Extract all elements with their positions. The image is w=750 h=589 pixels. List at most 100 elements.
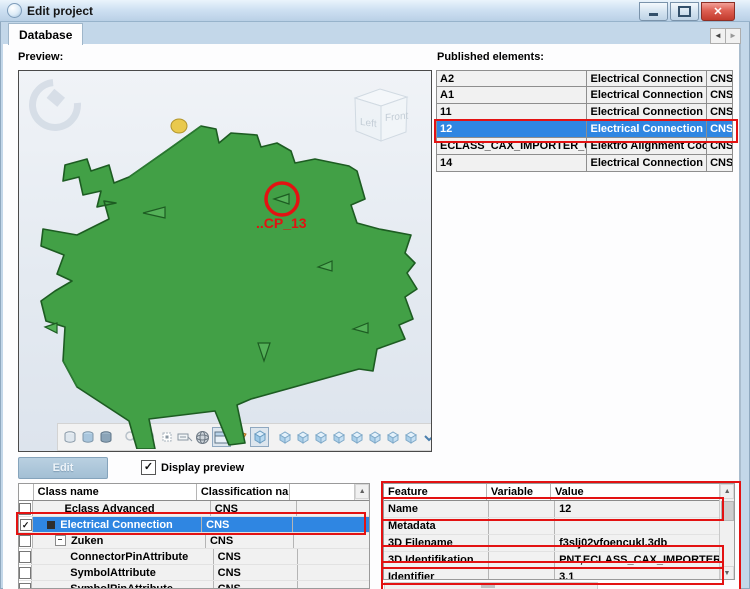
tab-database[interactable]: Database (8, 23, 83, 45)
table-row[interactable]: Zuken CNS (19, 533, 369, 549)
published-type: Electrical Connection (587, 104, 707, 121)
table-row[interactable]: 11 Electrical Connection CNS (436, 104, 733, 121)
row-checkbox[interactable] (19, 535, 31, 547)
table-row[interactable]: ECLASS_CAX_IMPORTER_001_CP_0 Elektro Ali… (436, 138, 733, 155)
row-checkbox[interactable] (19, 567, 31, 579)
table-row[interactable]: Identifier 3.1 (384, 569, 734, 580)
table-row-selected[interactable]: ✓ Electrical Connection CNS (19, 517, 369, 533)
published-class: CNS (707, 121, 733, 138)
maximize-icon (678, 6, 691, 17)
published-class: CNS (707, 87, 733, 104)
tab-database-label: Database (19, 28, 72, 42)
class-table: Class name Classification name ▲ Eclass … (18, 483, 370, 589)
variable-cell (489, 569, 555, 580)
feature-cell: Metadata (384, 518, 489, 534)
variable-cell (489, 552, 555, 568)
feature-table-scrollbar[interactable]: ▼ (719, 500, 734, 580)
class-name-header[interactable]: Class name (34, 484, 197, 500)
title-bar[interactable]: Edit project ✕ (0, 0, 750, 22)
model-outline (41, 126, 417, 449)
tree-collapse-icon[interactable] (55, 535, 66, 546)
empty-cell (293, 517, 369, 532)
classification-name-header[interactable]: Classification name (197, 484, 290, 500)
hscrollbar-thumb[interactable] (481, 583, 495, 588)
table-row-selected[interactable]: 12 Electrical Connection CNS (436, 121, 733, 138)
published-type: Electrical Connection (587, 155, 707, 172)
tree-node-icon[interactable] (47, 521, 55, 529)
feature-scroll-up-button[interactable]: ▲ (720, 484, 734, 499)
class-header-checkbox-col (19, 484, 34, 500)
table-row[interactable]: A1 Electrical Connection CNS (436, 87, 733, 104)
row-checkbox-checked[interactable]: ✓ (20, 519, 32, 531)
scroll-down-icon: ▼ (724, 570, 731, 577)
table-row[interactable]: A2 Electrical Connection CNS (436, 70, 733, 87)
class-header-empty-col (290, 484, 355, 500)
published-class: CNS (707, 155, 733, 172)
scroll-up-icon: ▲ (724, 488, 731, 495)
class-table-scroll-up-button[interactable]: ▲ (355, 484, 369, 499)
table-row[interactable]: 3D Identifikation PNT,ECLASS_CAX_IMPORTE… (384, 552, 734, 569)
table-row[interactable]: Metadata (384, 518, 734, 535)
published-type: Electrical Connection (587, 87, 707, 104)
scroll-up-icon: ▲ (359, 488, 366, 495)
table-row[interactable]: Name 12 (384, 501, 734, 518)
display-preview-checkbox[interactable]: ✓ (141, 460, 156, 475)
empty-cell (297, 501, 369, 516)
class-name-cell: SymbolPinAttribute (32, 581, 213, 589)
maximize-button[interactable] (670, 2, 699, 21)
classification-cell: CNS (211, 501, 297, 516)
tab-scroll-left-button[interactable]: ◄ (710, 28, 726, 44)
published-name: 11 (436, 104, 587, 121)
classification-cell: CNS (202, 517, 293, 532)
empty-cell (298, 549, 369, 564)
scrollbar-thumb[interactable] (721, 501, 734, 521)
variable-cell (489, 518, 555, 534)
close-button[interactable]: ✕ (701, 2, 735, 21)
class-name-cell: Eclass Advanced (33, 501, 211, 516)
published-type: Electrical Connection (587, 70, 707, 87)
class-name-cell: ConnectorPinAttribute (32, 549, 213, 564)
tab-page-border (739, 44, 741, 589)
table-row[interactable]: 3D Filename f3slj02vfoencukl.3db (384, 535, 734, 552)
minimize-button[interactable] (639, 2, 668, 21)
published-name: 12 (436, 121, 587, 138)
classification-cell: CNS (214, 581, 298, 589)
published-type: Electrical Connection (587, 121, 707, 138)
tab-scroll-right-button[interactable]: ► (725, 28, 741, 44)
row-checkbox[interactable] (19, 551, 31, 563)
published-type: Elektro Alignment Coordsys (587, 138, 707, 155)
row-checkbox[interactable] (19, 583, 31, 589)
model-3d-part[interactable]: ..CP_13 (19, 71, 429, 449)
variable-cell (489, 535, 555, 551)
value-header[interactable]: Value (551, 484, 720, 500)
value-cell: 12 (555, 501, 734, 517)
published-class: CNS (707, 138, 733, 155)
checkmark-icon: ✓ (144, 462, 153, 473)
edit-project-dialog: Edit project ✕ Database ◄ ► Preview: Pub… (0, 0, 750, 589)
feature-table: Feature Variable Value ▲ Name 12 Metadat… (383, 483, 735, 580)
value-cell (555, 518, 734, 534)
feature-table-hscrollbar[interactable] (384, 582, 598, 589)
published-name: A1 (436, 87, 587, 104)
published-name: A2 (436, 70, 587, 87)
feature-scroll-down-button[interactable]: ▼ (720, 566, 734, 580)
published-class: CNS (707, 104, 733, 121)
variable-header[interactable]: Variable (487, 484, 551, 500)
edit-button-label: Edit (53, 462, 74, 474)
value-cell: PNT,ECLASS_CAX_IMPORTER_001_CP_13 (555, 552, 734, 568)
model-yellow-marker (171, 119, 187, 133)
table-row[interactable]: SymbolPinAttribute CNS (19, 581, 369, 589)
close-icon: ✕ (713, 5, 722, 18)
preview-viewport[interactable]: Left Front (18, 70, 432, 452)
value-cell: 3.1 (555, 569, 734, 580)
published-elements-label: Published elements: (437, 51, 544, 63)
table-row[interactable]: SymbolAttribute CNS (19, 565, 369, 581)
row-checkbox[interactable] (19, 503, 31, 515)
display-preview-label: Display preview (161, 462, 244, 474)
class-name-cell: Zuken (33, 533, 206, 548)
table-row[interactable]: ConnectorPinAttribute CNS (19, 549, 369, 565)
edit-button[interactable]: Edit (18, 457, 108, 479)
table-row[interactable]: 14 Electrical Connection CNS (436, 155, 733, 172)
feature-header[interactable]: Feature (384, 484, 487, 500)
table-row[interactable]: Eclass Advanced CNS (19, 501, 369, 517)
